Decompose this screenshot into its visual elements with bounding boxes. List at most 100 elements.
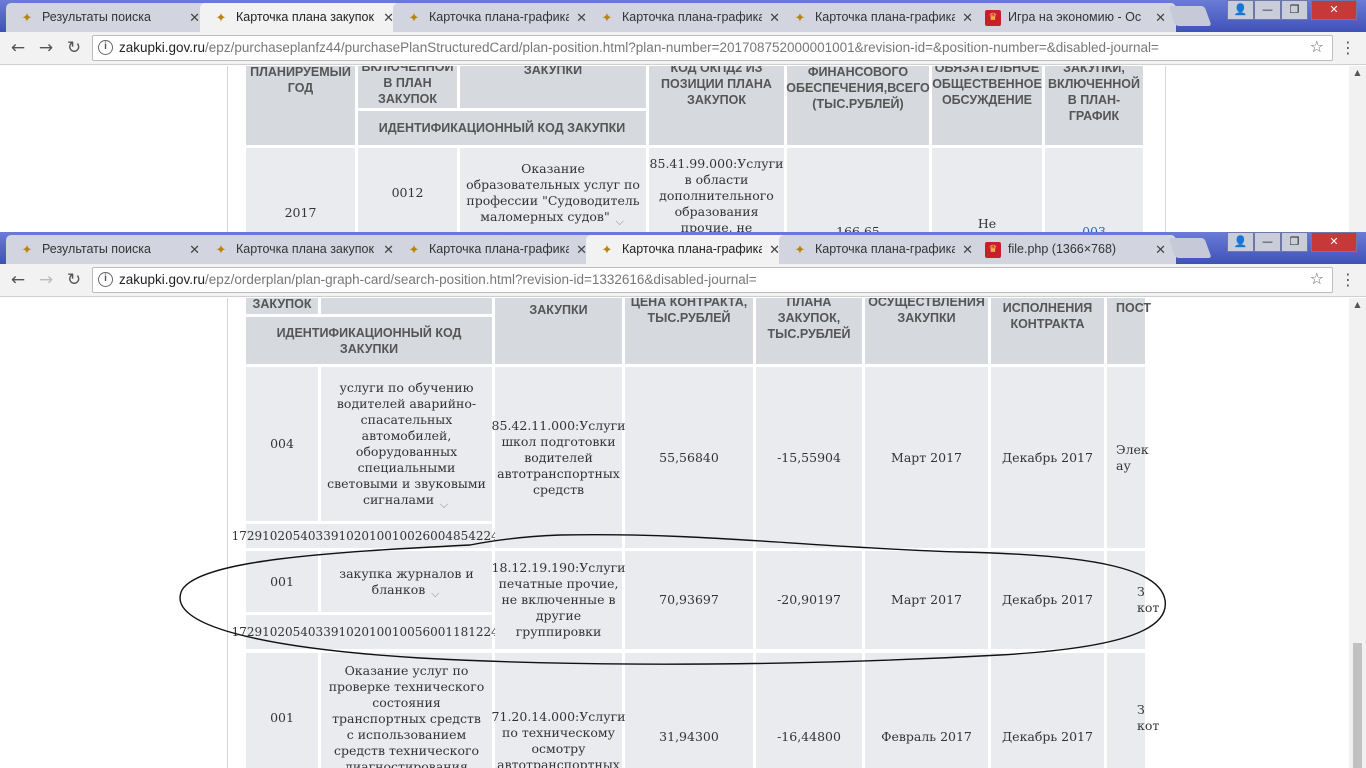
close-tab-icon[interactable]: ✕: [189, 235, 200, 264]
user-icon[interactable]: 👤: [1227, 232, 1254, 252]
menu-dots-icon[interactable]: ⋮: [1340, 268, 1356, 292]
table-row-2-exec: Декабрь 2017: [991, 551, 1104, 649]
reload-icon[interactable]: ↻: [62, 36, 86, 60]
back-arrow-icon[interactable]: ←: [6, 36, 30, 60]
menu-dots-icon[interactable]: ⋮: [1340, 36, 1356, 60]
tab-schedule-card-1[interactable]: ✦ Карточка плана-графика ✕: [393, 235, 597, 264]
tab-purchase-plan-card[interactable]: ✦ Карточка плана закупок ✕: [200, 235, 404, 264]
scroll-up-arrow-icon[interactable]: ▲: [1349, 300, 1366, 309]
maximize-button[interactable]: ❐: [1281, 0, 1308, 20]
eagle-icon: ✦: [794, 242, 806, 257]
row-2-name-text: закупка журналов и бланков ⌵: [339, 565, 474, 601]
cell-discussion: Не проводилось: [932, 148, 1042, 232]
scroll-up-arrow-icon[interactable]: ▲: [1349, 68, 1366, 77]
table-row-2-number: 001: [246, 551, 318, 612]
page-left-border: [227, 66, 228, 232]
header-planned-year: ПЛАНИРУЕМЫЙ ГОД: [246, 66, 355, 145]
coat-of-arms-icon: ♛: [985, 242, 1001, 258]
table-row-3-plan: -16,44800: [756, 653, 862, 768]
eagle-icon: ✦: [794, 10, 806, 25]
table-row-2-start: Март 2017: [865, 551, 988, 649]
eagle-icon: ✦: [601, 242, 613, 257]
eagle-icon: ✦: [215, 242, 227, 257]
info-icon[interactable]: i: [98, 272, 113, 287]
eagle-icon: ✦: [601, 10, 613, 25]
scrollbar-thumb[interactable]: [1353, 643, 1362, 768]
back-arrow-icon[interactable]: ←: [6, 268, 30, 292]
table-row-3-method: З кот: [1107, 653, 1159, 768]
cell-year: 2017: [246, 148, 355, 232]
minimize-button[interactable]: —: [1254, 0, 1281, 20]
address-bar[interactable]: i zakupki.gov.ru/epz/orderplan/plan-graph…: [92, 267, 1333, 293]
reload-icon[interactable]: ↻: [62, 268, 86, 292]
table-row-3-number: 001: [246, 653, 318, 768]
bookmark-star-icon[interactable]: ☆: [1310, 268, 1324, 292]
user-icon[interactable]: 👤: [1227, 0, 1254, 20]
tab-purchase-plan-card[interactable]: ✦ Карточка плана закупок ✕: [200, 3, 404, 32]
info-icon[interactable]: i: [98, 40, 113, 55]
address-bar[interactable]: i zakupki.gov.ru/epz/purchaseplanfz44/pur…: [92, 35, 1333, 61]
browser-toolbar: ← → ↻ i zakupki.gov.ru/epz/orderplan/plan…: [0, 264, 1366, 297]
table-row-2-name: закупка журналов и бланков ⌵: [321, 551, 492, 612]
eagle-icon: ✦: [21, 242, 33, 257]
purchase-object-text: Оказание образовательных услуг по профес…: [466, 161, 640, 228]
minimize-button[interactable]: —: [1254, 232, 1281, 252]
chevron-down-icon[interactable]: ⌵: [614, 214, 626, 228]
header-identification-code: ИДЕНТИФИКАЦИОННЫЙ КОД ЗАКУПКИ: [246, 317, 492, 364]
header-blank: [321, 298, 492, 314]
schedule-link[interactable]: 003: [1082, 224, 1106, 232]
tab-schedule-card-1[interactable]: ✦ Карточка плана-графика ✕: [393, 3, 597, 32]
header-contract-price: ЦЕНА КОНТРАКТА, ТЫС.РУБЛЕЙ: [625, 298, 753, 364]
close-tab-icon[interactable]: ✕: [189, 3, 200, 32]
forward-arrow-icon[interactable]: →: [34, 268, 58, 292]
table-row-1-name: услуги по обучению водителей аварийно-сп…: [321, 367, 492, 521]
table-row-2-okpd: 18.12.19.190:Услуги печатные прочие, не …: [492, 551, 625, 649]
tab-search-results[interactable]: ✦ Результаты поиска ✕: [6, 235, 210, 264]
header-identification-code: ИДЕНТИФИКАЦИОННЫЙ КОД ЗАКУПКИ: [358, 111, 646, 145]
tab-schedule-card-3[interactable]: ✦ Карточка плана-графика ✕: [779, 235, 983, 264]
header-purchases: ЗАКУПОК: [246, 298, 318, 314]
vertical-scrollbar[interactable]: ▲: [1349, 298, 1366, 768]
close-tab-icon[interactable]: ✕: [1155, 3, 1166, 32]
header-okpd2-code: КОД ОКПД2 ИЗ ПОЗИЦИИ ПЛАНА ЗАКУПОК: [649, 66, 784, 145]
close-tab-icon[interactable]: ✕: [1155, 235, 1166, 264]
tab-schedule-card-2[interactable]: ✦ Карточка плана-графика ✕: [586, 3, 790, 32]
cell-okpd2: 85.41.99.000:Услуги в области дополнител…: [649, 148, 784, 232]
chevron-down-icon[interactable]: ⌵: [438, 497, 450, 511]
vertical-scrollbar[interactable]: ▲: [1349, 66, 1366, 232]
chevron-down-icon[interactable]: ⌵: [429, 586, 441, 600]
close-window-button[interactable]: ✕: [1311, 232, 1357, 252]
tab-schedule-card-3[interactable]: ✦ Карточка плана-графика ✕: [779, 3, 983, 32]
maximize-button[interactable]: ❐: [1281, 232, 1308, 252]
forward-arrow-icon[interactable]: →: [34, 36, 58, 60]
new-tab-button[interactable]: [1168, 238, 1212, 258]
table-row-3-exec: Декабрь 2017: [991, 653, 1104, 768]
header-public-discussion: ОБЯЗАТЕЛЬНОЕ ОБЩЕСТВЕННОЕ ОБСУЖДЕНИЕ: [932, 66, 1042, 145]
tab-economy-game[interactable]: ♛ Игра на экономию - Ос ✕: [972, 3, 1176, 32]
header-purchase-start: ОСУЩЕСТВЛЕНИЯ ЗАКУПКИ: [865, 298, 988, 364]
tab-file-php[interactable]: ♛ file.php (1366×768) ✕: [972, 235, 1176, 264]
header-method: ПОСТ: [1107, 298, 1151, 364]
row-1-name-text: услуги по обучению водителей аварийно-сп…: [327, 380, 486, 511]
cell-position-number: 0012: [358, 148, 457, 232]
close-window-button[interactable]: ✕: [1311, 0, 1357, 20]
header-contract-execution: ИСПОЛНЕНИЯ КОНТРАКТА: [991, 298, 1104, 364]
eagle-icon: ✦: [215, 10, 227, 25]
bookmark-star-icon[interactable]: ☆: [1310, 36, 1324, 60]
table-row-2-plan: -20,90197: [756, 551, 862, 649]
header-included-in-plan: ВКЛЮЧЕННОЙ В ПЛАН ЗАКУПОК: [358, 66, 457, 108]
table-row-1-price: 55,56840: [625, 367, 753, 548]
eagle-icon: ✦: [408, 10, 420, 25]
table-row-1-number: 004: [246, 367, 318, 521]
header-financing: ФИНАНСОВОГО ОБЕСПЕЧЕНИЯ,ВСЕГО (ТЫС.РУБЛЕ…: [786, 66, 930, 145]
tab-search-results[interactable]: ✦ Результаты поиска ✕: [6, 3, 210, 32]
table-row-3-name: Оказание услуг по проверке технического …: [321, 653, 492, 768]
table-row-1-plan: -15,55904: [756, 367, 862, 548]
new-tab-button[interactable]: [1168, 6, 1212, 26]
tab-strip: ✦ Результаты поиска ✕ ✦ Карточка плана заку…: [0, 0, 1366, 32]
tab-strip: ✦ Результаты поиска ✕ ✦ Карточка плана заку…: [0, 232, 1366, 264]
page-viewport: ПЛАНИРУЕМЫЙ ГОД ВКЛЮЧЕННОЙ В ПЛАН ЗАКУПО…: [0, 66, 1366, 232]
cell-schedule: 003: [1045, 148, 1143, 232]
eagle-icon: ✦: [408, 242, 420, 257]
tab-schedule-card-2[interactable]: ✦ Карточка плана-графика ✕: [586, 235, 790, 264]
